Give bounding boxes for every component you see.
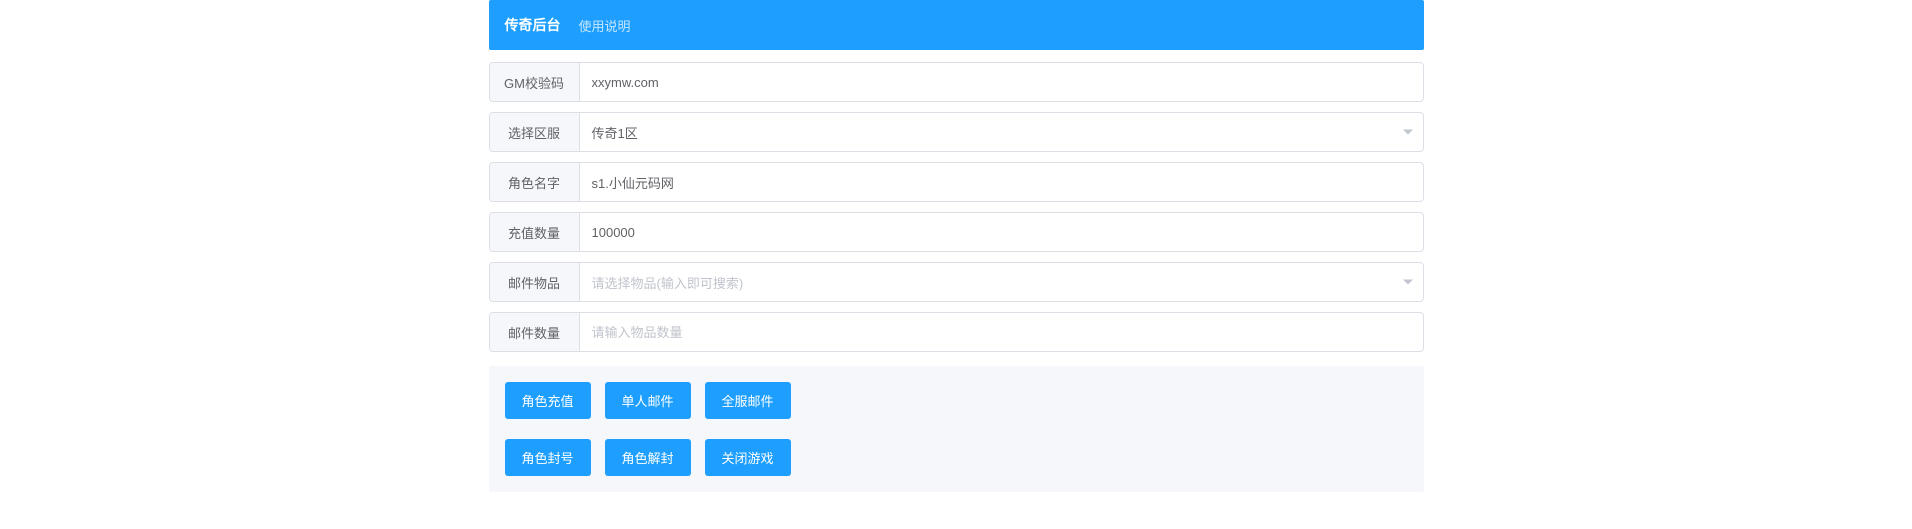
unban-button[interactable]: 角色解封 xyxy=(605,439,691,476)
mail-item-label: 邮件物品 xyxy=(490,263,580,301)
ban-button[interactable]: 角色封号 xyxy=(505,439,591,476)
recharge-amount-row: 充值数量 xyxy=(489,212,1424,252)
recharge-button[interactable]: 角色充值 xyxy=(505,382,591,419)
mail-item-row: 邮件物品 请选择物品(输入即可搜索) xyxy=(489,262,1424,302)
chevron-down-icon xyxy=(1403,130,1413,135)
server-select[interactable]: 传奇1区 xyxy=(580,113,1423,151)
instructions-link[interactable]: 使用说明 xyxy=(579,16,631,35)
button-row-2: 角色封号 角色解封 关闭游戏 xyxy=(505,439,1408,476)
recharge-amount-label: 充值数量 xyxy=(490,213,580,251)
close-game-button[interactable]: 关闭游戏 xyxy=(705,439,791,476)
gm-code-input-wrap xyxy=(580,63,1423,101)
server-selected-value: 传奇1区 xyxy=(580,113,1423,151)
role-name-label: 角色名字 xyxy=(490,163,580,201)
gm-code-input[interactable] xyxy=(580,63,1423,101)
role-name-row: 角色名字 xyxy=(489,162,1424,202)
all-mail-button[interactable]: 全服邮件 xyxy=(705,382,791,419)
mail-quantity-row: 邮件数量 xyxy=(489,312,1424,352)
server-label: 选择区服 xyxy=(490,113,580,151)
header-title: 传奇后台 xyxy=(505,15,561,35)
role-name-input[interactable] xyxy=(580,163,1423,201)
page-header: 传奇后台 使用说明 xyxy=(489,0,1424,50)
gm-code-label: GM校验码 xyxy=(490,63,580,101)
mail-quantity-input-wrap xyxy=(580,313,1423,351)
form-area: GM校验码 选择区服 传奇1区 角色名字 充值数量 邮件物品 xyxy=(489,50,1424,492)
mail-quantity-input[interactable] xyxy=(580,313,1423,351)
single-mail-button[interactable]: 单人邮件 xyxy=(605,382,691,419)
button-row-1: 角色充值 单人邮件 全服邮件 xyxy=(505,382,1408,419)
chevron-down-icon xyxy=(1403,280,1413,285)
mail-item-select[interactable]: 请选择物品(输入即可搜索) xyxy=(580,263,1423,301)
mail-item-placeholder: 请选择物品(输入即可搜索) xyxy=(580,263,1423,301)
recharge-amount-input-wrap xyxy=(580,213,1423,251)
gm-code-row: GM校验码 xyxy=(489,62,1424,102)
button-area: 角色充值 单人邮件 全服邮件 角色封号 角色解封 关闭游戏 xyxy=(489,366,1424,492)
server-row: 选择区服 传奇1区 xyxy=(489,112,1424,152)
role-name-input-wrap xyxy=(580,163,1423,201)
recharge-amount-input[interactable] xyxy=(580,213,1423,251)
mail-quantity-label: 邮件数量 xyxy=(490,313,580,351)
